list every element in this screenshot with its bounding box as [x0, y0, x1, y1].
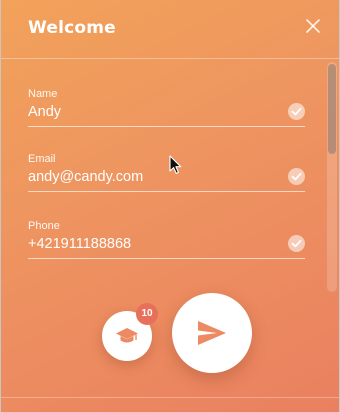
email-label: Email — [28, 153, 56, 165]
send-icon — [198, 321, 226, 345]
phone-underline — [28, 258, 305, 259]
check-circle-icon — [288, 235, 305, 252]
check-circle-icon — [288, 168, 305, 185]
scrollbar[interactable] — [327, 62, 337, 292]
check-circle-icon — [288, 103, 305, 120]
name-underline — [28, 126, 305, 127]
mouse-cursor-icon — [169, 155, 182, 174]
graduation-cap-icon — [116, 328, 138, 343]
name-input[interactable] — [28, 101, 278, 123]
close-button[interactable] — [304, 17, 322, 35]
notification-badge: 10 — [136, 303, 158, 325]
dialog-title: Welcome — [28, 18, 116, 38]
name-label: Name — [28, 88, 58, 100]
send-button[interactable] — [172, 293, 252, 373]
welcome-dialog: Welcome Name Email Phone — [0, 0, 340, 412]
email-input[interactable] — [28, 166, 278, 188]
header-divider — [1, 58, 339, 59]
footer-divider — [1, 397, 339, 398]
email-underline — [28, 191, 305, 192]
dialog-header: Welcome — [1, 0, 339, 60]
phone-field: Phone — [28, 220, 305, 270]
scrollbar-thumb[interactable] — [328, 64, 336, 154]
phone-label: Phone — [28, 220, 60, 232]
close-icon — [306, 19, 320, 33]
email-field: Email — [28, 153, 305, 203]
name-field: Name — [28, 88, 305, 138]
phone-input[interactable] — [28, 233, 278, 255]
